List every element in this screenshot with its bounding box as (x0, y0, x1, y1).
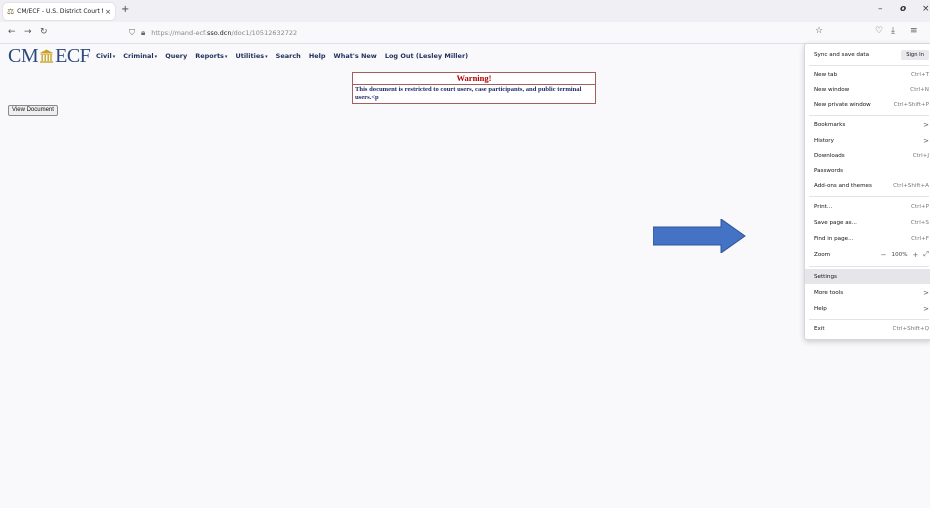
lock-icon: 🔒︎ (141, 28, 146, 37)
right-arrow-icon (653, 219, 746, 253)
menu-query[interactable]: Query (165, 52, 187, 60)
bookmark-star-icon[interactable]: ☆ (815, 26, 823, 36)
menu-print[interactable]: Print... Ctrl+P (805, 199, 930, 214)
cmecf-logo[interactable]: CM ECF (8, 45, 91, 68)
menu-help[interactable]: Help (309, 52, 326, 60)
menu-civil[interactable]: Civil▾ (96, 52, 115, 60)
menu-settings[interactable]: Settings (805, 269, 930, 284)
zoom-in-button[interactable]: + (913, 251, 919, 259)
menu-help[interactable]: Help > (805, 301, 930, 316)
url-bar[interactable]: ⛉ 🔒︎ https://mand-ecf.sso.dcn/doc1/10512… (129, 26, 789, 40)
menu-separator (809, 266, 929, 267)
warning-message: This document is restricted to court use… (355, 86, 582, 101)
menu-separator (809, 319, 929, 320)
back-arrow-icon[interactable]: ← (8, 27, 16, 37)
ecf-header: CM ECF Civil▾ Criminal▾ Query Reports▾ U… (0, 44, 800, 68)
menu-passwords[interactable]: Passwords (805, 163, 930, 178)
menu-new-tab[interactable]: New tab Ctrl+T (805, 67, 930, 82)
menu-history[interactable]: History > (805, 133, 930, 148)
forward-arrow-icon[interactable]: → (24, 27, 32, 37)
nav-bar: ← → ↻ ⛉ 🔒︎ https://mand-ecf.sso.dcn/doc1… (0, 22, 930, 44)
close-window-button[interactable]: × (922, 4, 930, 14)
ecf-menu: Civil▾ Criminal▾ Query Reports▾ Utilitie… (96, 52, 468, 60)
menu-criminal[interactable]: Criminal▾ (123, 52, 157, 60)
menu-addons[interactable]: Add-ons and themes Ctrl+Shift+A (805, 178, 930, 193)
menu-reports[interactable]: Reports▾ (195, 52, 227, 60)
menu-exit[interactable]: Exit Ctrl+Shift+Q (805, 321, 930, 336)
warning-title: Warning! (353, 73, 595, 85)
court-favicon-icon: ⚖ (7, 7, 15, 16)
downloads-icon[interactable]: ⤓ (891, 26, 895, 36)
courthouse-icon (40, 49, 54, 63)
tab-strip: ⚖ CM/ECF - U.S. District Court fo × + – … (0, 0, 930, 22)
menu-downloads[interactable]: Downloads Ctrl+J (805, 148, 930, 163)
fullscreen-icon[interactable]: ⤢ (923, 250, 929, 259)
menu-search[interactable]: Search (276, 52, 301, 60)
shield-icon: ⛉ (129, 28, 135, 37)
zoom-level: 100% (891, 251, 908, 258)
menu-new-private-window[interactable]: New private window Ctrl+Shift+P (805, 97, 930, 112)
browser-window: ⚖ CM/ECF - U.S. District Court fo × + – … (0, 0, 930, 508)
warning-box: Warning! This document is restricted to … (352, 72, 596, 104)
new-tab-button[interactable]: + (121, 4, 129, 15)
zoom-out-button[interactable]: − (881, 251, 887, 259)
view-document-button[interactable]: View Document (8, 105, 58, 116)
sign-in-button[interactable]: Sign In (901, 49, 929, 60)
menu-find-in-page[interactable]: Find in page... Ctrl+F (805, 231, 930, 246)
tab-title: CM/ECF - U.S. District Court fo (17, 8, 104, 15)
menu-bookmarks[interactable]: Bookmarks > (805, 117, 930, 132)
app-menu: Sync and save data Sign In New tab Ctrl+T… (804, 43, 930, 340)
menu-more-tools[interactable]: More tools > (805, 285, 930, 300)
menu-separator (809, 65, 929, 66)
tab-cmecf[interactable]: ⚖ CM/ECF - U.S. District Court fo × (3, 3, 115, 20)
pocket-icon[interactable]: ♡ (875, 26, 883, 36)
menu-sync[interactable]: Sync and save data Sign In (805, 46, 930, 63)
url-text: https://mand-ecf.sso.dcn/doc1/1051263272… (151, 29, 298, 37)
maximize-button[interactable]: o (900, 4, 906, 14)
menu-save-page[interactable]: Save page as... Ctrl+S (805, 215, 930, 230)
menu-separator (809, 196, 929, 197)
menu-separator (809, 115, 929, 116)
minimize-button[interactable]: – (878, 4, 883, 14)
menu-whats-new[interactable]: What's New (334, 52, 377, 60)
menu-utilities[interactable]: Utilities▾ (235, 52, 267, 60)
hamburger-menu-icon[interactable]: ≡ (910, 26, 918, 36)
menu-new-window[interactable]: New window Ctrl+N (805, 82, 930, 97)
tab-close-icon[interactable]: × (105, 8, 111, 16)
reload-icon[interactable]: ↻ (40, 27, 48, 37)
menu-logout[interactable]: Log Out (Lesley Miller) (385, 52, 468, 60)
menu-zoom: Zoom − 100% + ⤢ (814, 250, 929, 259)
